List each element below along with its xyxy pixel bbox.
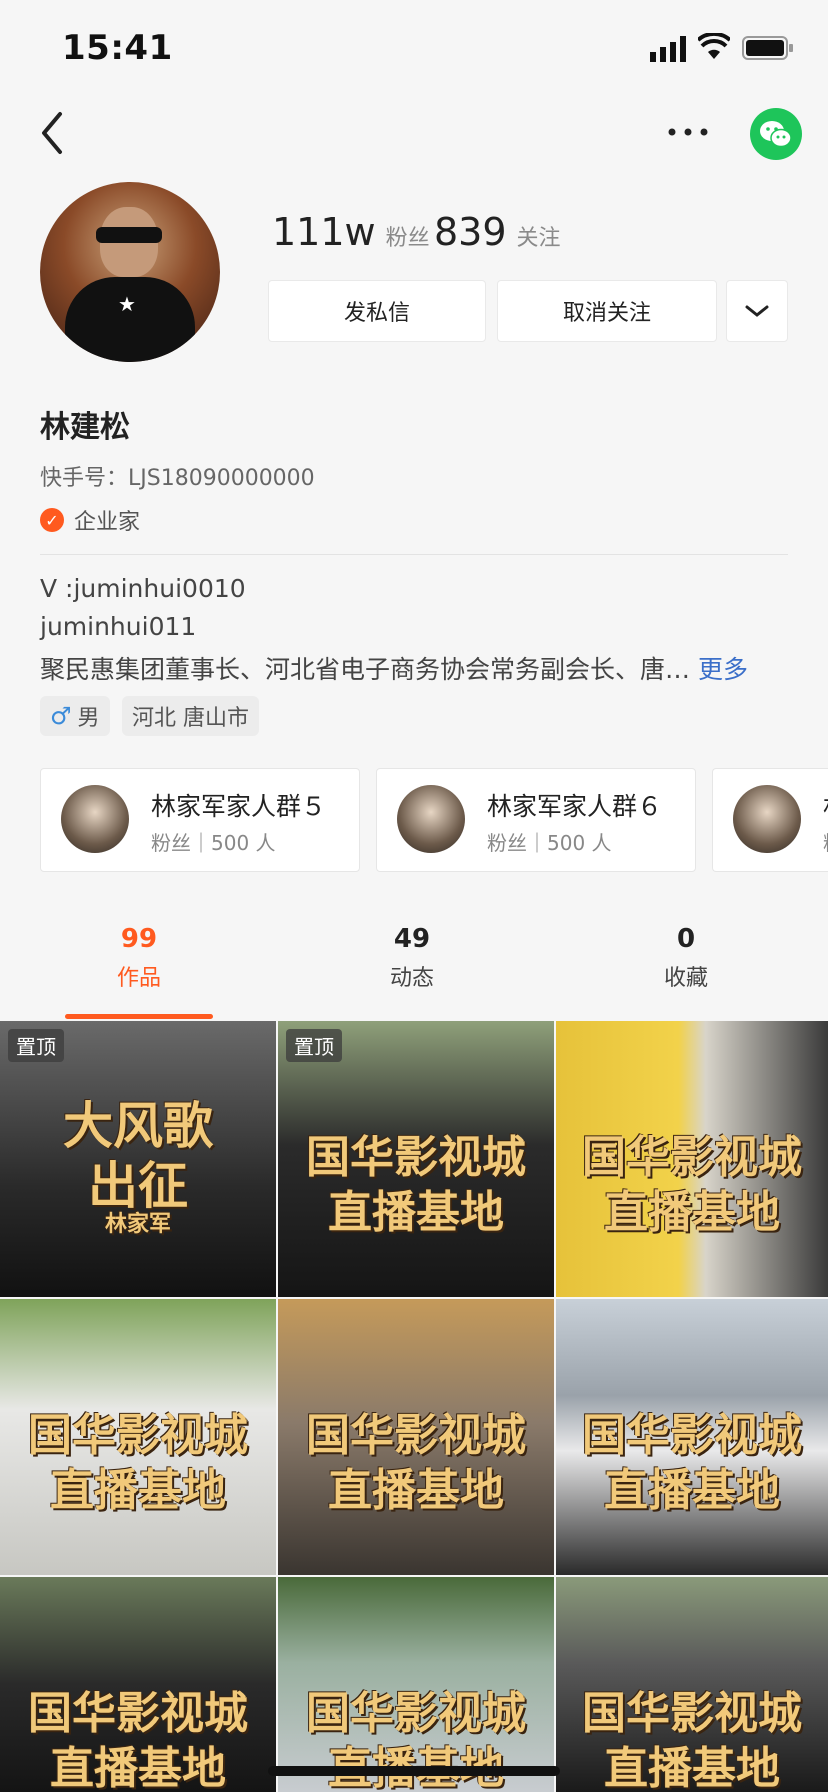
verified-check-icon: ✓ bbox=[40, 508, 64, 532]
unfollow-button[interactable]: 取消关注 bbox=[497, 280, 717, 342]
gender-tag: ♂ 男 bbox=[40, 696, 110, 736]
video-tile[interactable]: 国华影视城 直播基地 bbox=[278, 1577, 554, 1792]
chevron-down-icon bbox=[745, 305, 769, 317]
group-members: 粉丝｜500 人 bbox=[151, 831, 276, 855]
bio-line-3: 聚民惠集团董事长、河北省电子商务协会常务副会长、唐… 更多 bbox=[40, 650, 748, 686]
video-title-line2: 直播基地 bbox=[278, 1732, 554, 1792]
following-label: 关注 bbox=[516, 226, 561, 251]
group-name: 林家军家人群６ bbox=[487, 792, 663, 821]
group-avatar bbox=[733, 785, 801, 853]
back-button[interactable] bbox=[34, 108, 70, 158]
video-title-line2: 直播基地 bbox=[604, 1465, 780, 1516]
tab-favorites-count: 0 bbox=[676, 924, 696, 954]
verified-badge: ✓ 企业家 bbox=[40, 504, 140, 536]
video-title-line2: 直播基地 bbox=[50, 1743, 226, 1792]
bio-line-2: juminhui011 bbox=[40, 612, 197, 641]
video-tile[interactable]: 置顶 国华影视城 直播基地 bbox=[278, 1021, 554, 1297]
fans-count: 111w bbox=[272, 210, 376, 254]
pinned-badge: 置顶 bbox=[286, 1029, 342, 1062]
profile-name: 林建松 bbox=[40, 410, 130, 445]
dropdown-button[interactable] bbox=[726, 280, 788, 342]
video-title-line2: 直播基地 bbox=[604, 1187, 780, 1238]
home-indicator[interactable] bbox=[268, 1766, 560, 1776]
group-members: 粉丝｜500 人 bbox=[487, 831, 612, 855]
wechat-share-button[interactable] bbox=[750, 108, 802, 160]
wifi-icon bbox=[698, 33, 730, 59]
tab-moments-count: 49 bbox=[393, 924, 431, 954]
active-tab-indicator bbox=[65, 1014, 213, 1019]
tab-works-count: 99 bbox=[120, 924, 158, 954]
following-count: 839 bbox=[434, 210, 507, 254]
group-avatar bbox=[61, 785, 129, 853]
group-card[interactable]: 林家军家人群５ 粉丝｜500 人 bbox=[40, 768, 360, 872]
video-title-line2: 直播基地 bbox=[50, 1465, 226, 1516]
group-avatar bbox=[397, 785, 465, 853]
video-tile[interactable]: 国华影视城 直播基地 bbox=[556, 1577, 828, 1792]
video-tile[interactable]: 国华影视城 直播基地 bbox=[556, 1021, 828, 1297]
wechat-icon bbox=[760, 121, 792, 148]
signal-icon bbox=[650, 36, 686, 62]
tab-favorites[interactable]: 0 收藏 bbox=[616, 924, 756, 992]
group-card[interactable]: 林家军家人群６ 粉丝｜500 人 bbox=[376, 768, 696, 872]
video-title-line2: 直播基地 bbox=[604, 1743, 780, 1792]
avatar[interactable]: ★ bbox=[40, 182, 220, 362]
battery-icon bbox=[742, 36, 793, 60]
group-card[interactable]: 林 粉 bbox=[712, 768, 828, 872]
tab-moments-label: 动态 bbox=[389, 966, 434, 991]
video-title-line3: 林家军 bbox=[104, 1211, 171, 1237]
kuaishou-id: 快手号：LJS18090000000 bbox=[40, 466, 315, 491]
status-bar: 15:41 bbox=[0, 0, 828, 100]
group-members: 粉 bbox=[823, 827, 828, 856]
tab-moments[interactable]: 49 动态 bbox=[342, 924, 482, 992]
bio-more-link[interactable]: 更多 bbox=[698, 655, 748, 684]
divider bbox=[40, 554, 788, 555]
more-button[interactable] bbox=[664, 118, 712, 146]
fans-stat[interactable]: 111w 粉丝 bbox=[272, 210, 430, 254]
bio-line-1: V :juminhui0010 bbox=[40, 574, 246, 603]
video-tile[interactable]: 国华影视城 直播基地 bbox=[278, 1299, 554, 1575]
video-tile[interactable]: 国华影视城 直播基地 bbox=[0, 1299, 276, 1575]
tab-favorites-label: 收藏 bbox=[663, 966, 708, 991]
video-tile[interactable]: 国华影视城 直播基地 bbox=[556, 1299, 828, 1575]
gender-label: 男 bbox=[77, 706, 100, 731]
tab-works[interactable]: 99 作品 bbox=[69, 924, 209, 992]
following-stat[interactable]: 839 关注 bbox=[434, 210, 561, 254]
male-icon: ♂ bbox=[50, 702, 72, 730]
pinned-badge: 置顶 bbox=[8, 1029, 64, 1062]
video-title-line2: 直播基地 bbox=[328, 1187, 504, 1238]
fans-label: 粉丝 bbox=[385, 226, 430, 251]
badge-label: 企业家 bbox=[74, 510, 141, 535]
status-time: 15:41 bbox=[62, 28, 173, 68]
video-title-line2: 直播基地 bbox=[328, 1465, 504, 1516]
tab-works-label: 作品 bbox=[116, 966, 161, 991]
video-tile[interactable]: 国华影视城 直播基地 bbox=[0, 1577, 276, 1792]
location-tag: 河北 唐山市 bbox=[122, 696, 259, 736]
video-tile[interactable]: 置顶 大风歌 出征 林家军 bbox=[0, 1021, 276, 1297]
bio-text: 聚民惠集团董事长、河北省电子商务协会常务副会长、唐… bbox=[40, 655, 691, 684]
message-button[interactable]: 发私信 bbox=[268, 280, 486, 342]
group-name: 林 bbox=[823, 787, 828, 823]
group-name: 林家军家人群５ bbox=[151, 792, 327, 821]
